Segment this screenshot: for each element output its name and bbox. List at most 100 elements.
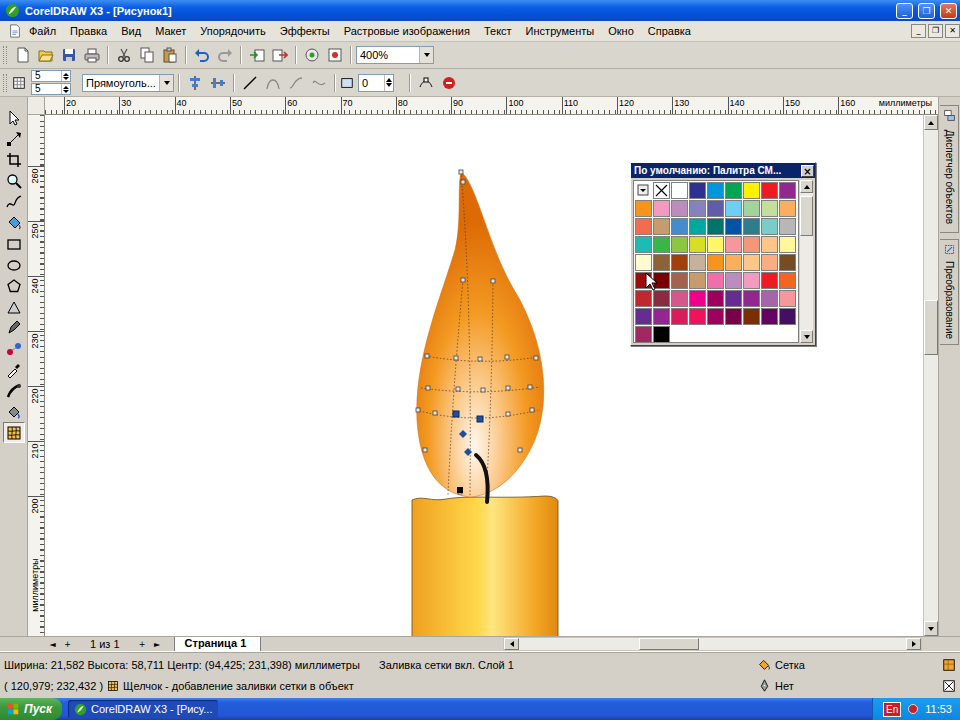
color-swatch[interactable] [635, 182, 652, 199]
color-swatch[interactable] [779, 218, 796, 235]
color-swatch[interactable] [653, 182, 670, 199]
color-swatch[interactable] [653, 308, 670, 325]
color-swatch[interactable] [779, 182, 796, 199]
cut-button[interactable] [113, 44, 135, 66]
color-swatch[interactable] [707, 308, 724, 325]
color-swatch[interactable] [671, 200, 688, 217]
page-tab[interactable]: Страница 1 [174, 637, 262, 652]
color-swatch[interactable] [779, 272, 796, 289]
start-button[interactable]: Пуск [0, 698, 62, 720]
color-swatch[interactable] [743, 236, 760, 253]
tool-button[interactable] [3, 107, 25, 128]
language-indicator[interactable]: En [883, 702, 901, 717]
color-swatch[interactable] [635, 200, 652, 217]
color-swatch[interactable] [707, 218, 724, 235]
tool-button[interactable] [3, 317, 25, 338]
color-swatch[interactable] [635, 236, 652, 253]
curve2-button[interactable] [285, 72, 307, 94]
color-swatch[interactable] [761, 272, 778, 289]
document-restore-button[interactable]: ❐ [928, 24, 943, 38]
align-button[interactable] [184, 72, 206, 94]
menu-item[interactable]: Макет [148, 22, 193, 41]
color-swatch[interactable] [725, 200, 742, 217]
color-swatch[interactable] [743, 200, 760, 217]
menu-item[interactable]: Вид [114, 22, 148, 41]
selection-mode-dropdown[interactable]: Прямоуголь... [82, 74, 174, 92]
color-swatch[interactable] [743, 272, 760, 289]
scroll-thumb[interactable] [639, 638, 699, 650]
copy-button[interactable] [136, 44, 158, 66]
color-swatch[interactable] [689, 236, 706, 253]
page-nav-button[interactable]: + [61, 638, 74, 651]
curve-button[interactable] [262, 72, 284, 94]
color-swatch[interactable] [653, 200, 670, 217]
tool-button[interactable] [3, 401, 25, 422]
scroll-down-button[interactable] [924, 621, 938, 636]
color-swatch[interactable] [743, 218, 760, 235]
docker-tab[interactable]: Диспетчер объектов [940, 105, 959, 233]
restore-button[interactable]: ❐ [918, 3, 935, 19]
color-swatch[interactable] [635, 218, 652, 235]
color-swatch[interactable] [707, 254, 724, 271]
minimize-button[interactable]: _ [896, 3, 913, 19]
color-swatch[interactable] [689, 308, 706, 325]
open-button[interactable] [35, 44, 57, 66]
color-swatch[interactable] [725, 290, 742, 307]
color-swatch[interactable] [707, 200, 724, 217]
color-swatch[interactable] [725, 182, 742, 199]
scroll-up-button[interactable] [800, 180, 813, 193]
color-swatch[interactable] [671, 290, 688, 307]
color-swatch[interactable] [707, 236, 724, 253]
new-button[interactable] [12, 44, 34, 66]
color-swatch[interactable] [635, 290, 652, 307]
line-button[interactable] [239, 72, 261, 94]
smoothness-field[interactable]: 0 [358, 74, 394, 92]
docker-tab[interactable]: Преобразование [940, 239, 959, 345]
tool-button[interactable] [3, 149, 25, 170]
color-swatch[interactable] [779, 236, 796, 253]
color-swatch[interactable] [671, 182, 688, 199]
document-minimize-button[interactable]: _ [911, 24, 926, 38]
welcome-button[interactable] [324, 44, 346, 66]
color-swatch[interactable] [653, 272, 670, 289]
color-swatch[interactable] [689, 218, 706, 235]
color-swatch[interactable] [707, 272, 724, 289]
color-swatch[interactable] [779, 200, 796, 217]
scroll-up-button[interactable] [924, 115, 938, 130]
color-swatch[interactable] [743, 254, 760, 271]
color-swatch[interactable] [761, 182, 778, 199]
color-swatch[interactable] [743, 308, 760, 325]
color-swatch[interactable] [761, 290, 778, 307]
color-swatch[interactable] [707, 290, 724, 307]
color-swatch[interactable] [653, 290, 670, 307]
tool-button[interactable] [3, 212, 25, 233]
tool-button[interactable] [3, 422, 25, 443]
color-swatch[interactable] [761, 308, 778, 325]
tool-button[interactable] [3, 338, 25, 359]
curve3-button[interactable] [308, 72, 330, 94]
menu-item[interactable]: Файл [22, 22, 63, 41]
color-swatch[interactable] [653, 254, 670, 271]
scroll-down-button[interactable] [800, 330, 813, 343]
color-swatch[interactable] [689, 200, 706, 217]
scroll-thumb[interactable] [924, 300, 938, 355]
color-swatch[interactable] [653, 236, 670, 253]
color-swatch[interactable] [779, 290, 796, 307]
color-swatch[interactable] [725, 308, 742, 325]
export-button[interactable] [269, 44, 291, 66]
color-swatch[interactable] [671, 308, 688, 325]
save-button[interactable] [58, 44, 80, 66]
tool-button[interactable] [3, 233, 25, 254]
tool-button[interactable] [3, 128, 25, 149]
redo-button[interactable] [214, 44, 236, 66]
color-swatch[interactable] [635, 326, 652, 343]
taskbar-button[interactable]: CorelDRAW X3 - [Рису... [68, 700, 218, 718]
color-swatch[interactable] [725, 272, 742, 289]
color-swatch[interactable] [761, 236, 778, 253]
tool-button[interactable] [3, 254, 25, 275]
distribute-button[interactable] [207, 72, 229, 94]
color-swatch[interactable] [635, 308, 652, 325]
tool-button[interactable] [3, 191, 25, 212]
color-swatch[interactable] [743, 290, 760, 307]
document-close-button[interactable]: ✕ [945, 24, 960, 38]
